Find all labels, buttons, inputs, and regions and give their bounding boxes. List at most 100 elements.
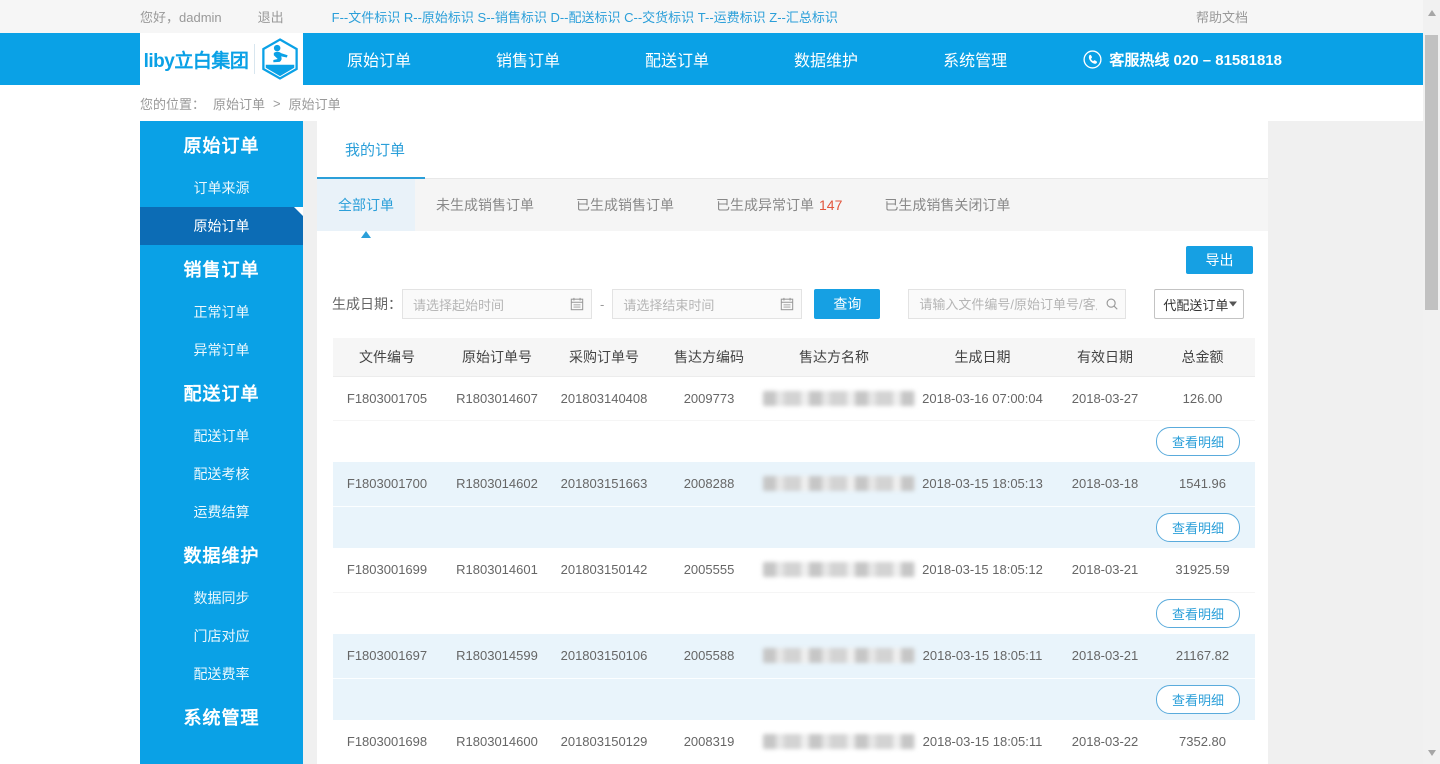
sidebar-item-data-sync[interactable]: 数据同步 (140, 579, 303, 617)
sidebar-item-abnormal-orders[interactable]: 异常订单 (140, 331, 303, 369)
search-icon[interactable] (1105, 297, 1119, 311)
scroll-down-arrow-icon[interactable] (1427, 750, 1436, 756)
cell-buyer-code: 2008288 (655, 462, 763, 506)
cell-buyer-name (763, 548, 915, 592)
cell-buyer-name (763, 376, 915, 420)
logo-divider (254, 44, 256, 74)
cell-gen-date: 2018-03-15 18:05:11 (905, 634, 1060, 678)
tab-no-sales-generated-label: 未生成销售订单 (436, 197, 534, 213)
cell-original-no: R1803014607 (456, 390, 538, 406)
filter-row: 生成日期： 请选择起始时间 - 请选择结束时间 查询 请输入文件编号/原始订单号… (317, 289, 1268, 319)
tab-my-orders[interactable]: 我的订单 (317, 121, 426, 179)
main-navbar: liby立白集团 原始订单 销售订单 配送订单 数据维护 系统管理 客服热线 0… (0, 33, 1440, 85)
cell-total: 31925.59 (1175, 562, 1230, 578)
buyer-name-redacted (763, 390, 915, 406)
sidebar-item-order-source[interactable]: 订单来源 (140, 169, 303, 207)
cell-total: 1541.96 (1150, 462, 1255, 506)
cell-file-no: F1803001697 (333, 634, 441, 678)
table-row-actions: 查看明细 (333, 677, 1255, 720)
nav-item-sales-orders[interactable]: 销售订单 (496, 47, 560, 71)
sidebar-item-normal-orders[interactable]: 正常订单 (140, 293, 303, 331)
sidebar-item-freight-settlement[interactable]: 运费结算 (140, 493, 303, 531)
phone-icon (1083, 49, 1102, 69)
vertical-scrollbar[interactable] (1423, 0, 1440, 764)
export-row: 导出 (317, 231, 1268, 274)
start-date-input[interactable]: 请选择起始时间 (402, 289, 592, 319)
table-row: F1803001705 R1803014607 201803140408 200… (333, 376, 1255, 420)
col-buyer-name: 售达方名称 (763, 338, 905, 377)
scrollbar-thumb[interactable] (1425, 35, 1438, 310)
cell-valid-date: 2018-03-22 (1071, 734, 1139, 750)
buyer-name-redacted (763, 648, 915, 664)
breadcrumb-prefix: 您的位置： (140, 96, 206, 112)
calendar-icon[interactable] (570, 297, 584, 311)
cell-purchase-no: 201803140408 (560, 390, 648, 406)
cell-gen-date: 2018-03-15 18:05:11 (922, 734, 1043, 750)
tab-no-sales-generated[interactable]: 未生成销售订单 (415, 179, 555, 231)
cell-original-no: R1803014601 (456, 562, 538, 578)
nav-item-system-management[interactable]: 系统管理 (943, 47, 1007, 71)
view-detail-button[interactable]: 查看明细 (1155, 426, 1240, 456)
sidebar-group-data-maintenance[interactable]: 数据维护 (140, 533, 303, 579)
cell-valid-date: 2018-03-18 (1060, 462, 1150, 506)
tab-sales-closed-label: 已生成销售关闭订单 (884, 197, 1011, 213)
cell-gen-date: 2018-03-16 07:00:04 (922, 390, 1043, 406)
abnormal-count-badge: 147 (819, 197, 843, 213)
breadcrumb-level2: 原始订单 (288, 96, 341, 112)
sub-tab-row: 全部订单 未生成销售订单 已生成销售订单 已生成异常订单 147 已生成销售关闭… (317, 179, 1268, 231)
logo-text: liby立白集团 (143, 50, 249, 72)
order-type-select[interactable]: 代配送订单 (1154, 289, 1245, 319)
sidebar-item-delivery-orders[interactable]: 配送订单 (140, 417, 303, 455)
col-file-no: 文件编号 (333, 338, 441, 377)
view-detail-button[interactable]: 查看明细 (1155, 598, 1240, 628)
col-original-no: 原始订单号 (441, 338, 553, 377)
sidebar-group-system-management[interactable]: 系统管理 (140, 695, 303, 741)
table-header-row: 文件编号 原始订单号 采购订单号 售达方编码 售达方名称 生成日期 有效日期 总… (333, 338, 1255, 377)
sidebar-item-delivery-assessment[interactable]: 配送考核 (140, 455, 303, 493)
tab-all-orders[interactable]: 全部订单 (317, 179, 415, 231)
sidebar-group-delivery-orders[interactable]: 配送订单 (140, 371, 303, 417)
nav-item-original-orders[interactable]: 原始订单 (347, 47, 411, 71)
view-detail-button[interactable]: 查看明细 (1155, 512, 1240, 542)
calendar-icon[interactable] (780, 297, 794, 311)
sidebar-group-sales-orders[interactable]: 销售订单 (140, 247, 303, 293)
scroll-up-arrow-icon[interactable] (1427, 10, 1436, 16)
help-doc-link[interactable]: 帮助文档 (1196, 7, 1248, 26)
query-button[interactable]: 查询 (814, 289, 881, 319)
cell-buyer-name (763, 720, 915, 764)
cell-gen-date: 2018-03-15 18:05:12 (922, 562, 1043, 578)
sidebar-item-store-mapping[interactable]: 门店对应 (140, 617, 303, 655)
breadcrumb-level1[interactable]: 原始订单 (213, 94, 265, 113)
cell-file-no: F1803001700 (333, 462, 441, 506)
left-gutter (0, 121, 140, 764)
nav-item-delivery-orders[interactable]: 配送订单 (645, 47, 709, 71)
cell-original-no: R1803014602 (441, 462, 553, 506)
tab-abnormal-generated[interactable]: 已生成异常订单 147 (695, 179, 863, 231)
nav-item-data-maintenance[interactable]: 数据维护 (794, 47, 858, 71)
page: 您好，dadmin 退出 F--文件标识 R--原始标识 S--销售标识 D--… (0, 0, 1440, 764)
sidebar-group-original-orders[interactable]: 原始订单 (140, 123, 303, 169)
export-button[interactable]: 导出 (1186, 246, 1253, 274)
view-detail-button[interactable]: 查看明细 (1155, 684, 1240, 714)
chevron-down-icon (1229, 301, 1238, 307)
end-date-placeholder: 请选择结束时间 (623, 297, 715, 313)
top-utility-bar: 您好，dadmin 退出 F--文件标识 R--原始标识 S--销售标识 D--… (0, 0, 1440, 33)
logo[interactable]: liby立白集团 (140, 33, 303, 85)
cell-original-no: R1803014600 (456, 734, 538, 750)
tab-sales-generated[interactable]: 已生成销售订单 (555, 179, 695, 231)
col-purchase-no: 采购订单号 (553, 338, 655, 377)
logout-link[interactable]: 退出 (258, 7, 284, 26)
end-date-input[interactable]: 请选择结束时间 (612, 289, 803, 319)
tab-abnormal-generated-label: 已生成异常订单 (716, 197, 814, 213)
cell-valid-date: 2018-03-27 (1071, 390, 1139, 406)
cell-original-no: R1803014599 (441, 634, 553, 678)
buyer-name-redacted (763, 562, 915, 578)
sidebar-item-original-orders[interactable]: 原始订单 (140, 207, 303, 245)
sidebar-item-delivery-rate[interactable]: 配送费率 (140, 655, 303, 693)
keyword-search-input[interactable] (908, 289, 1127, 319)
tab-sales-closed[interactable]: 已生成销售关闭订单 (863, 179, 1031, 231)
cell-purchase-no: 201803150129 (560, 734, 648, 750)
tab-sales-generated-label: 已生成销售订单 (576, 197, 674, 213)
date-filter-label: 生成日期： (332, 296, 402, 312)
prefix-legend: F--文件标识 R--原始标识 S--销售标识 D--配送标识 C--交货标识 … (331, 10, 838, 25)
